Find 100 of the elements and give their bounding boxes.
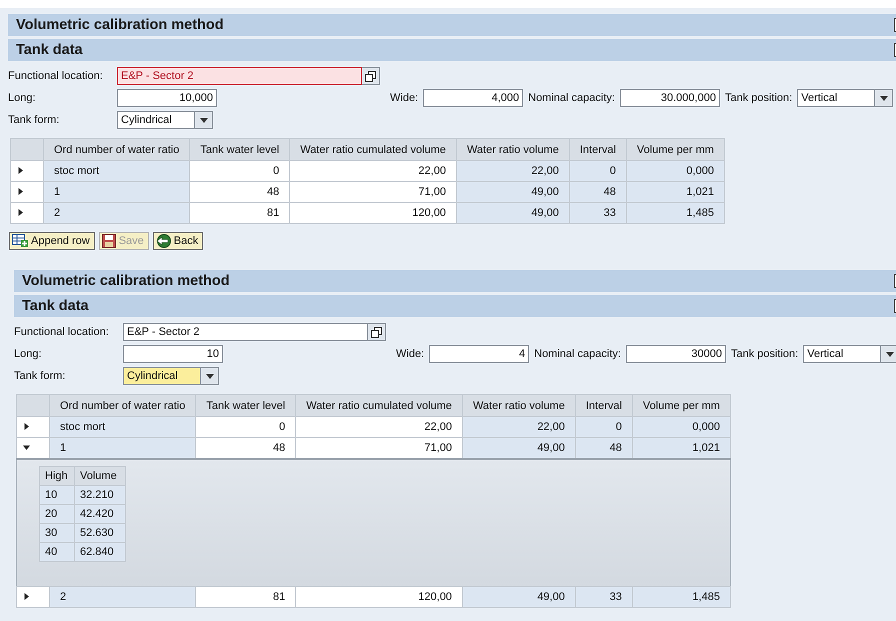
table-cell: 2 — [50, 586, 196, 608]
table-cell[interactable]: 22,00 — [296, 416, 462, 438]
field-label: Wide: — [396, 348, 424, 360]
table-cell[interactable]: 48 — [190, 182, 290, 202]
table-cell[interactable]: 22,00 — [290, 160, 456, 182]
table-cell[interactable]: 0 — [190, 160, 290, 182]
table-cell[interactable]: 0 — [196, 416, 296, 438]
value-help-button[interactable] — [368, 323, 386, 341]
field-label: Nominal capacity: — [528, 92, 615, 104]
row-toggle[interactable] — [10, 202, 44, 224]
table-cell: 22,00 — [456, 160, 570, 182]
input-field[interactable]: 10,000 — [117, 89, 217, 107]
panel-title: Volumetric calibration method — [16, 17, 224, 33]
table-cell: stoc mort — [44, 160, 190, 182]
field-label: Long: — [14, 348, 43, 360]
table-cell: 0 — [575, 416, 632, 438]
table-cell: 1 — [50, 438, 196, 459]
column-header: Water ratio volume — [456, 138, 570, 160]
caret-icon — [200, 118, 208, 122]
expand-arrow-icon[interactable] — [17, 209, 24, 216]
table-cell: 1,021 — [626, 182, 724, 202]
table-cell[interactable]: 71,00 — [296, 438, 462, 459]
dropdown-field[interactable]: Cylindrical — [117, 111, 195, 129]
column-header: Water ratio cumulated volume — [290, 138, 456, 160]
table-cell: 1,485 — [632, 586, 730, 608]
input-field[interactable]: 4 — [429, 345, 530, 363]
row-toggle[interactable] — [10, 160, 44, 182]
table-cell[interactable]: 81 — [196, 586, 296, 608]
table-cell: 10 — [40, 486, 74, 504]
field-label: Tank position: — [724, 92, 792, 104]
add-row-icon — [12, 234, 28, 248]
dropdown-button[interactable] — [875, 89, 894, 107]
field-label: Long: — [8, 92, 37, 104]
collapse-arrow-icon[interactable] — [23, 444, 30, 451]
row-toggle[interactable] — [10, 182, 44, 202]
table-cell[interactable]: 71,00 — [290, 182, 456, 202]
row-toggle[interactable] — [16, 416, 50, 438]
dropdown-field[interactable]: Cylindrical — [123, 367, 201, 385]
copy-icon — [365, 70, 376, 82]
row-toggle[interactable] — [16, 586, 50, 608]
table-cell: 49,00 — [456, 202, 570, 224]
panel-title: Volumetric calibration method — [22, 273, 230, 289]
section-title: Tank data — [22, 298, 89, 314]
expand-arrow-icon[interactable] — [17, 167, 24, 174]
back-button[interactable]: Back — [152, 232, 204, 250]
table-cell[interactable]: 81 — [190, 202, 290, 224]
copy-icon — [371, 326, 382, 338]
dropdown-field[interactable]: Vertical — [803, 345, 882, 363]
table-cell[interactable]: 120,00 — [296, 586, 462, 608]
input-field[interactable]: 30000 — [626, 345, 726, 363]
column-header: Interval — [575, 394, 632, 416]
input-field[interactable]: 4,000 — [423, 89, 524, 107]
table-cell: 2 — [44, 202, 190, 224]
table-cell: 52.630 — [74, 524, 126, 542]
column-header: Water ratio volume — [462, 394, 576, 416]
table-cell[interactable]: 48 — [196, 438, 296, 459]
dropdown-field[interactable]: Vertical — [797, 89, 876, 107]
expand-arrow-icon[interactable] — [23, 423, 30, 430]
column-header: Ord number of water ratio — [44, 138, 190, 160]
caret-icon — [886, 352, 894, 356]
column-header: High — [40, 466, 74, 486]
expand-arrow-icon[interactable] — [23, 593, 30, 600]
dropdown-button[interactable] — [195, 111, 213, 129]
back-arrow-icon — [156, 234, 171, 248]
field-label: Tank form: — [14, 370, 66, 382]
table-cell: 40 — [40, 542, 74, 562]
value-help-button[interactable] — [362, 67, 380, 85]
table-cell: 20 — [40, 504, 74, 524]
append-button[interactable]: Append row — [9, 232, 95, 250]
caret-icon — [880, 96, 888, 100]
field-label: Tank position: — [730, 348, 798, 360]
table-cell: 30 — [40, 524, 74, 542]
column-header: Ord number of water ratio — [50, 394, 196, 416]
table-cell: 49,00 — [462, 586, 576, 608]
column-header: Tank water level — [190, 138, 290, 160]
field-label: Wide: — [390, 92, 418, 104]
field-label: Tank form: — [8, 114, 60, 126]
table-cell: 49,00 — [456, 182, 570, 202]
table-cell[interactable]: 120,00 — [290, 202, 456, 224]
column-header: Tank water level — [196, 394, 296, 416]
column-header: Volume per mm — [626, 138, 724, 160]
table-cell: 32.210 — [74, 486, 126, 504]
input-field[interactable]: E&P - Sector 2 — [123, 323, 368, 341]
table-cell: 0,000 — [632, 416, 730, 438]
table-cell: stoc mort — [50, 416, 196, 438]
input-field[interactable]: 10 — [123, 345, 223, 363]
header-cell — [16, 394, 50, 416]
caret-icon — [206, 374, 214, 378]
table-cell: 49,00 — [462, 438, 576, 459]
table-cell: 48 — [569, 182, 626, 202]
field-label: Functional location: — [8, 70, 104, 82]
expand-arrow-icon[interactable] — [17, 188, 24, 195]
table-cell: 1 — [44, 182, 190, 202]
column-header: Water ratio cumulated volume — [296, 394, 462, 416]
input-field[interactable]: 30.000,000 — [620, 89, 720, 107]
row-toggle[interactable] — [16, 438, 50, 459]
dropdown-button[interactable] — [881, 345, 896, 363]
input-field[interactable]: E&P - Sector 2 — [117, 67, 362, 85]
dropdown-button[interactable] — [201, 367, 219, 385]
table-cell: 42.420 — [74, 504, 126, 524]
